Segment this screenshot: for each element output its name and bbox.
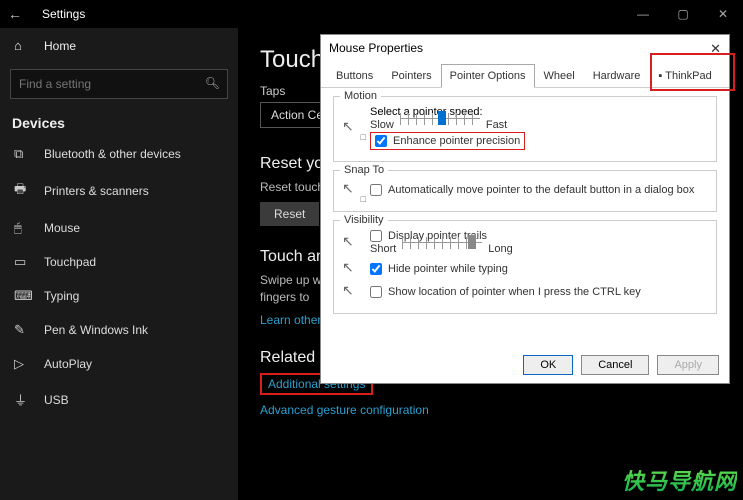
dialog-close-icon[interactable]: ✕ [710, 41, 721, 57]
hide-typing-checkbox[interactable]: Hide pointer while typing [370, 263, 508, 275]
visibility-group: Visibility Display pointer trails Short … [333, 220, 717, 314]
snapto-group: Snap To Automatically move pointer to th… [333, 170, 717, 212]
tab-buttons[interactable]: Buttons [327, 64, 382, 88]
visibility-title: Visibility [340, 214, 388, 226]
mouse-properties-dialog: Mouse Properties ✕ Buttons Pointers Poin… [320, 34, 730, 384]
enhance-highlight: Enhance pointer precision [370, 132, 525, 150]
slow-label: Slow [370, 119, 394, 131]
tab-hardware[interactable]: Hardware [584, 64, 650, 88]
sidebar-item-label: Mouse [44, 221, 80, 235]
sidebar-home-label: Home [44, 39, 76, 53]
cancel-button[interactable]: Cancel [581, 355, 649, 375]
usb-icon: ⏚ [14, 390, 34, 409]
bluetooth-icon: ⧉ [14, 146, 34, 162]
sidebar-item-label: Touchpad [44, 255, 96, 269]
sidebar-item-mouse[interactable]: 🖱 Mouse [0, 211, 238, 245]
sidebar-search[interactable]: 🔍︎ [10, 69, 228, 99]
sidebar-item-label: Bluetooth & other devices [44, 147, 181, 161]
motion-group: Motion Select a pointer speed: Slow Fast… [333, 96, 717, 162]
tab-wheel[interactable]: Wheel [535, 64, 584, 88]
long-label: Long [488, 243, 512, 255]
search-input[interactable] [10, 69, 228, 99]
sidebar-item-typing[interactable]: ⌨ Typing [0, 279, 238, 313]
motion-title: Motion [340, 90, 381, 102]
window-titlebar: ← Settings — ▢ ✕ [0, 0, 743, 28]
back-button[interactable]: ← [0, 6, 30, 22]
sidebar-item-label: AutoPlay [44, 357, 92, 371]
printer-icon: 🖶 [14, 180, 34, 202]
mouse-icon: 🖱 [14, 220, 34, 236]
trails-cursor-icon [342, 233, 362, 253]
sidebar-item-touchpad[interactable]: ▭ Touchpad [0, 245, 238, 279]
short-label: Short [370, 243, 396, 255]
home-icon: ⌂ [14, 38, 34, 53]
thinkpad-icon: ▪ [658, 70, 662, 82]
motion-cursor-icon [342, 118, 362, 138]
settings-sidebar: ⌂ Home 🔍︎ Devices ⧉ Bluetooth & other dev… [0, 28, 238, 500]
tab-pointers[interactable]: Pointers [382, 64, 440, 88]
enhance-precision-checkbox[interactable]: Enhance pointer precision [375, 135, 520, 147]
maximize-button[interactable]: ▢ [663, 7, 703, 21]
window-title: Settings [42, 7, 85, 21]
advanced-gesture-link[interactable]: Advanced gesture configuration [260, 403, 721, 417]
sidebar-item-bluetooth[interactable]: ⧉ Bluetooth & other devices [0, 137, 238, 171]
close-button[interactable]: ✕ [703, 7, 743, 21]
reset-button[interactable]: Reset [260, 202, 319, 226]
keyboard-icon: ⌨ [14, 288, 34, 304]
snapto-title: Snap To [340, 164, 388, 176]
sidebar-item-label: Pen & Windows Ink [44, 323, 148, 337]
ctrl-cursor-icon [342, 282, 362, 302]
sidebar-home[interactable]: ⌂ Home [0, 28, 238, 63]
tab-thinkpad[interactable]: ▪ThinkPad [649, 64, 720, 88]
hide-cursor-icon [342, 259, 362, 279]
autoplay-icon: ▷ [14, 356, 34, 372]
pen-icon: ✎ [14, 322, 34, 338]
sidebar-item-autoplay[interactable]: ▷ AutoPlay [0, 347, 238, 381]
sidebar-item-label: Typing [44, 289, 79, 303]
search-icon: 🔍︎ [205, 76, 220, 90]
snapto-checkbox[interactable]: Automatically move pointer to the defaul… [370, 184, 708, 196]
tab-pointer-options[interactable]: Pointer Options [441, 64, 535, 88]
sidebar-item-usb[interactable]: ⏚ USB [0, 381, 238, 418]
watermark: 快马导航网 [622, 464, 737, 496]
dialog-title: Mouse Properties [329, 41, 423, 57]
sidebar-item-pen[interactable]: ✎ Pen & Windows Ink [0, 313, 238, 347]
fast-label: Fast [486, 119, 507, 131]
minimize-button[interactable]: — [623, 7, 663, 21]
apply-button[interactable]: Apply [657, 355, 719, 375]
pointer-speed-slider[interactable]: Slow Fast [370, 118, 708, 132]
sidebar-item-label: USB [44, 393, 69, 407]
snapto-cursor-icon [342, 180, 362, 200]
sidebar-section-devices: Devices [0, 105, 238, 137]
sidebar-item-label: Printers & scanners [44, 184, 149, 198]
trails-slider[interactable]: Short Long [370, 242, 708, 256]
touchpad-icon: ▭ [14, 254, 34, 270]
ok-button[interactable]: OK [523, 355, 573, 375]
ctrl-checkbox[interactable]: Show location of pointer when I press th… [370, 286, 641, 298]
sidebar-item-printers[interactable]: 🖶 Printers & scanners [0, 171, 238, 211]
dialog-tabs: Buttons Pointers Pointer Options Wheel H… [321, 63, 729, 88]
